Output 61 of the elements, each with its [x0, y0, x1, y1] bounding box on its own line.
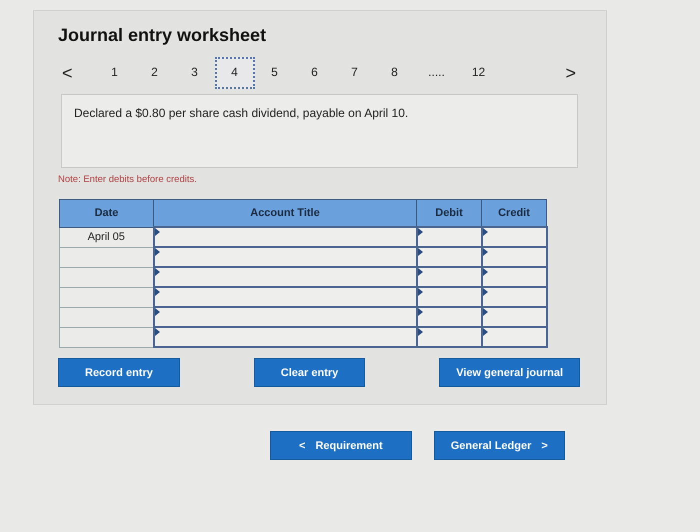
input-field[interactable] — [416, 327, 482, 347]
input-field[interactable] — [416, 227, 482, 247]
date-cell: April 05 — [60, 227, 154, 247]
marker-icon — [482, 328, 488, 336]
page-tab[interactable]: 5 — [254, 57, 295, 89]
column-header: Debit — [416, 200, 482, 227]
page-tab[interactable]: 4 — [214, 57, 255, 89]
input-field[interactable] — [482, 287, 546, 307]
input-field[interactable] — [482, 327, 546, 347]
page-ellipsis[interactable]: ..... — [414, 57, 459, 89]
marker-icon — [482, 228, 488, 236]
page-tab[interactable]: 3 — [174, 57, 215, 89]
marker-icon — [154, 228, 160, 236]
input-field[interactable] — [482, 267, 546, 287]
input-field[interactable] — [154, 327, 416, 347]
input-field[interactable] — [416, 247, 482, 267]
input-field[interactable] — [154, 227, 416, 247]
marker-icon — [154, 268, 160, 276]
marker-icon — [418, 228, 422, 236]
column-header: Account Title — [154, 200, 416, 227]
note-text: Note: Enter debits before credits. — [58, 174, 198, 185]
marker-icon — [482, 248, 488, 256]
page-tab[interactable]: 2 — [134, 57, 175, 89]
marker-icon — [418, 328, 422, 336]
marker-icon — [154, 308, 160, 316]
column-header: Date — [60, 200, 154, 227]
input-field[interactable] — [154, 287, 416, 307]
marker-icon — [482, 268, 488, 276]
marker-icon — [418, 288, 422, 296]
input-field[interactable] — [416, 267, 482, 287]
action-button[interactable]: Clear entry — [254, 358, 366, 387]
marker-icon — [482, 308, 488, 316]
input-field[interactable] — [482, 227, 546, 247]
input-field[interactable] — [154, 307, 416, 327]
marker-icon — [418, 308, 422, 316]
general-ledger-button[interactable]: General Ledger > — [434, 431, 565, 460]
action-button[interactable]: View general journal — [439, 358, 580, 387]
marker-icon — [154, 248, 160, 256]
marker-icon — [482, 288, 488, 296]
next-button[interactable]: > — [561, 62, 580, 84]
requirement-button[interactable]: < Requirement — [270, 431, 412, 460]
previous-button[interactable]: < — [58, 62, 77, 84]
page-tab[interactable]: 6 — [294, 57, 335, 89]
marker-icon — [154, 328, 160, 336]
input-field[interactable] — [154, 267, 416, 287]
marker-icon — [418, 268, 422, 276]
column-header: Credit — [482, 200, 546, 227]
input-field[interactable] — [154, 247, 416, 267]
page-tab[interactable]: 8 — [374, 57, 415, 89]
marker-icon — [418, 248, 422, 256]
input-field[interactable] — [416, 307, 482, 327]
page-tab[interactable]: 12 — [458, 57, 499, 89]
marker-icon — [154, 288, 160, 296]
input-field[interactable] — [482, 247, 546, 267]
question-text: Declared a $0.80 per share cash dividend, payable on April 10. — [61, 94, 578, 168]
worksheet-title: Journal entry worksheet — [58, 25, 268, 46]
action-button[interactable]: Record entry — [58, 358, 180, 387]
page-tab[interactable]: 7 — [334, 57, 375, 89]
input-field[interactable] — [416, 287, 482, 307]
input-field[interactable] — [482, 307, 546, 327]
page-tab[interactable]: 1 — [94, 57, 135, 89]
